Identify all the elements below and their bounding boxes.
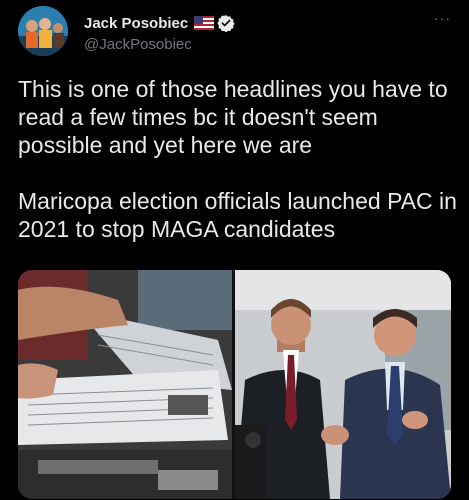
verified-badge-icon (217, 15, 235, 32)
us-flag-icon (194, 16, 214, 30)
tweet-paragraph: Maricopa election officials launched PAC… (18, 188, 457, 242)
ballots-photo[interactable] (18, 270, 232, 499)
avatar[interactable] (18, 6, 68, 56)
tweet-media[interactable] (18, 270, 451, 499)
display-name[interactable]: Jack Posobiec (84, 15, 188, 32)
tweet-header: Jack Posobiec @JackPosobiec ··· (18, 6, 451, 56)
tweet-text: This is one of those headlines you have … (18, 75, 458, 243)
officials-photo[interactable] (235, 270, 451, 499)
tweet-paragraph: This is one of those headlines you have … (18, 76, 448, 158)
handle[interactable]: @JackPosobiec (84, 36, 192, 53)
more-options-icon[interactable]: ··· (434, 10, 451, 26)
